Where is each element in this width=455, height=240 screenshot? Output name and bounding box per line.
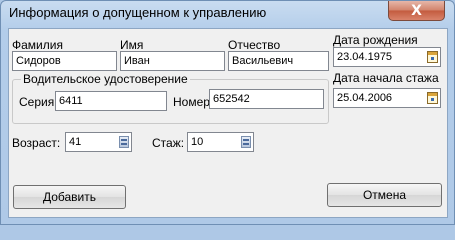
first-name-field[interactable]: Иван xyxy=(120,51,225,71)
form-panel: Фамилия Имя Отчество Дата рождения Сидор… xyxy=(8,28,448,218)
birth-date-label: Дата рождения xyxy=(333,33,418,47)
series-field[interactable]: 6411 xyxy=(55,91,167,111)
experience-field[interactable]: 10 xyxy=(187,132,254,152)
spin-icon[interactable] xyxy=(119,136,129,148)
add-button[interactable]: Добавить xyxy=(13,185,126,209)
experience-label: Стаж: xyxy=(152,136,185,150)
experience-start-label: Дата начала стажа xyxy=(333,71,439,85)
add-button-label: Добавить xyxy=(42,190,97,204)
last-name-value: Сидоров xyxy=(16,55,61,67)
last-name-label: Фамилия xyxy=(12,38,63,52)
calendar-icon[interactable] xyxy=(427,51,438,63)
close-icon: X xyxy=(411,2,422,19)
number-field[interactable]: 652542 xyxy=(209,89,324,109)
number-label: Номер xyxy=(173,95,210,109)
spin-icon[interactable] xyxy=(241,136,251,148)
close-button[interactable]: X xyxy=(388,1,445,21)
first-name-value: Иван xyxy=(124,55,150,67)
age-value: 41 xyxy=(69,136,82,148)
patronymic-label: Отчество xyxy=(228,38,281,52)
patronymic-value: Васильевич xyxy=(232,55,294,67)
window-title: Информация о допущенном к управлению xyxy=(9,5,267,20)
experience-value: 10 xyxy=(191,136,204,148)
patronymic-field[interactable]: Васильевич xyxy=(228,51,329,71)
dialog-window: Информация о допущенном к управлению X Ф… xyxy=(0,0,455,225)
cancel-button-label: Отмена xyxy=(362,188,407,202)
number-value: 652542 xyxy=(213,93,250,105)
cancel-button[interactable]: Отмена xyxy=(327,183,442,207)
series-label: Серия xyxy=(19,95,55,109)
first-name-label: Имя xyxy=(120,38,144,52)
age-label: Возраст: xyxy=(12,136,61,150)
series-value: 6411 xyxy=(59,95,83,107)
calendar-icon[interactable] xyxy=(427,92,438,104)
experience-start-field[interactable]: 25.04.2006 xyxy=(333,88,441,108)
birth-date-field[interactable]: 23.04.1975 xyxy=(333,47,441,67)
age-field[interactable]: 41 xyxy=(65,132,132,152)
last-name-field[interactable]: Сидоров xyxy=(12,51,117,71)
license-group-title: Водительское удостоверение xyxy=(21,72,190,86)
experience-start-value: 25.04.2006 xyxy=(337,92,393,104)
birth-date-value: 23.04.1975 xyxy=(337,51,393,63)
license-groupbox: Водительское удостоверение Серия 6411 Но… xyxy=(12,72,329,124)
